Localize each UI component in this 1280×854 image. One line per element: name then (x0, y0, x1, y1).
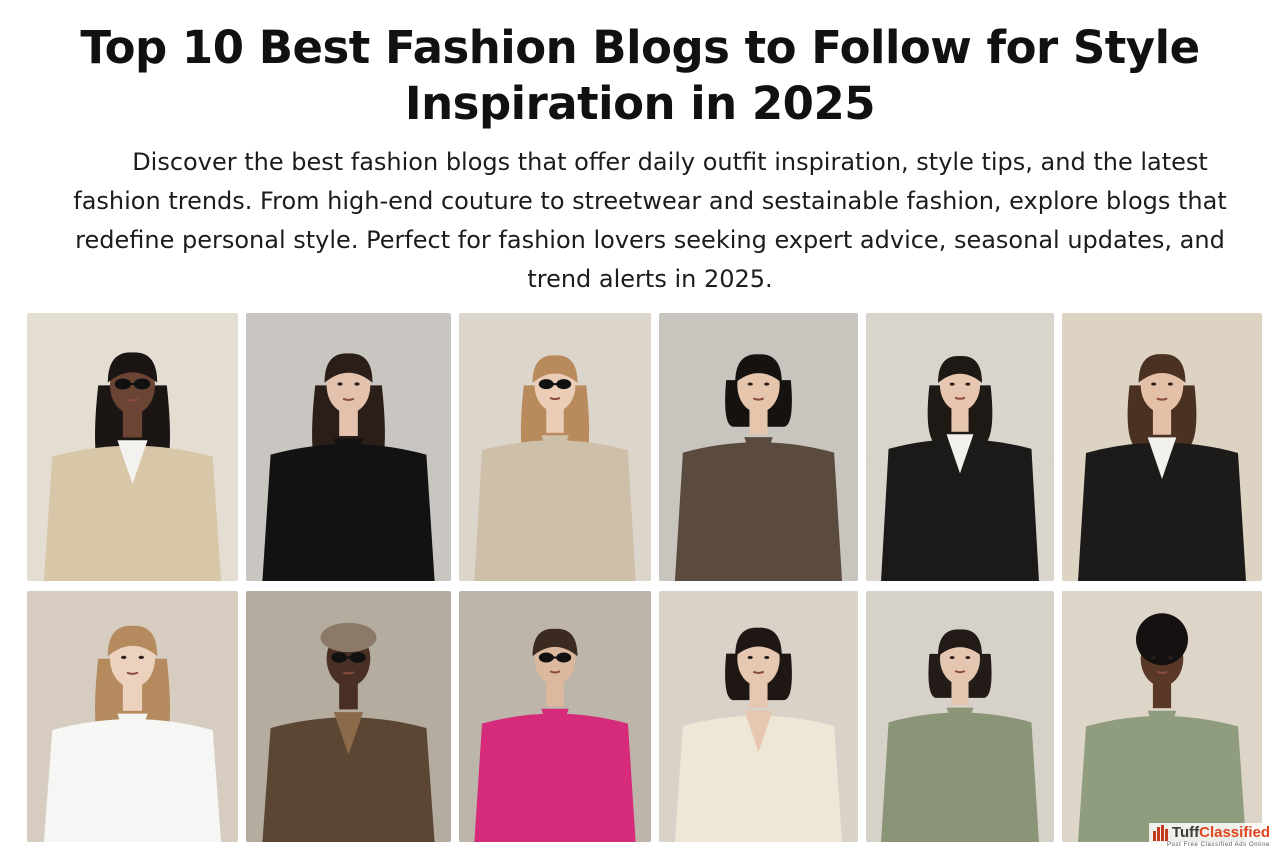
photo-woman-cream-blazer[interactable] (659, 591, 858, 842)
portrait-photo (1062, 591, 1262, 842)
photo-woman-leather-jacket[interactable] (866, 313, 1054, 581)
portrait-photo (659, 313, 858, 581)
watermark-brand-part1: Tuff (1171, 824, 1200, 841)
photo-woman-leather-jacket-2[interactable] (1062, 313, 1262, 581)
portrait-photo (659, 591, 858, 842)
portrait-photo (459, 591, 651, 842)
portrait-photo (246, 591, 451, 842)
portrait-photo (246, 313, 451, 581)
photo-woman-white-tee[interactable] (27, 591, 238, 842)
watermark-logo: Tuff Classified Post Free Classified Ads… (1148, 823, 1274, 850)
portrait-photo (27, 591, 238, 842)
photo-woman-sunglasses-trench[interactable] (459, 313, 651, 581)
portrait-photo (27, 313, 238, 581)
photo-man-beret-turtleneck[interactable] (246, 591, 451, 842)
bars-icon (1152, 825, 1169, 841)
portrait-photo (1062, 313, 1262, 581)
watermark-tagline: Post Free Classified Ads Online (1167, 842, 1270, 848)
photo-woman-leopard-dress[interactable] (659, 313, 858, 581)
portrait-photo (459, 313, 651, 581)
portrait-photo (866, 591, 1054, 842)
photo-woman-olive-jacket[interactable] (866, 591, 1054, 842)
photo-woman-olive-shirt[interactable] (1062, 591, 1262, 842)
photo-woman-sunglasses-beige-blazer[interactable] (27, 313, 238, 581)
photo-woman-sunglasses-pink-sweater[interactable] (459, 591, 651, 842)
photo-grid (0, 0, 1280, 854)
photo-woman-black-top[interactable] (246, 313, 451, 581)
portrait-photo (866, 313, 1054, 581)
watermark-brand-part2: Classified (1199, 824, 1270, 841)
